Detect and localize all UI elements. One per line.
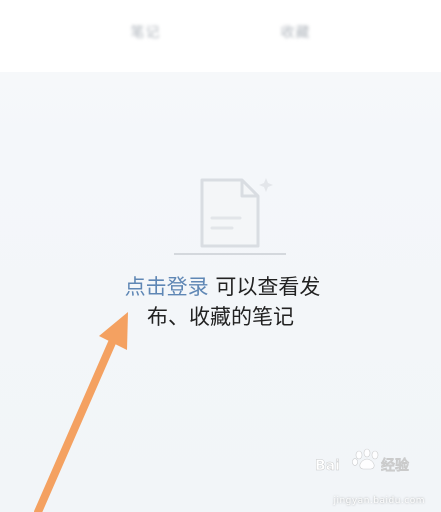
baidu-watermark-icon: Bai 经验: [315, 448, 410, 474]
message-text-line2: 布、收藏的笔记: [147, 305, 294, 329]
header-shadow: [0, 72, 441, 132]
watermark-url: jingyan.baidu.com: [333, 496, 425, 506]
tab-bar: 笔记 收藏: [0, 0, 441, 73]
tab-notes[interactable]: 笔记: [131, 22, 161, 42]
svg-text:经验: 经验: [381, 457, 410, 474]
document-icon: [174, 178, 286, 255]
tab-favorites[interactable]: 收藏: [281, 22, 311, 42]
svg-text:Bai: Bai: [315, 458, 340, 474]
empty-state-message: 点击登录 可以查看发 布、收藏的笔记: [0, 272, 441, 332]
login-link[interactable]: 点击登录: [125, 275, 209, 299]
message-text-line1: 可以查看发: [215, 275, 321, 299]
notes-empty-screen: 笔记 收藏 点击登录 可以查看发 布、收藏的笔记 Bai 经验 jingyan.…: [0, 0, 441, 512]
